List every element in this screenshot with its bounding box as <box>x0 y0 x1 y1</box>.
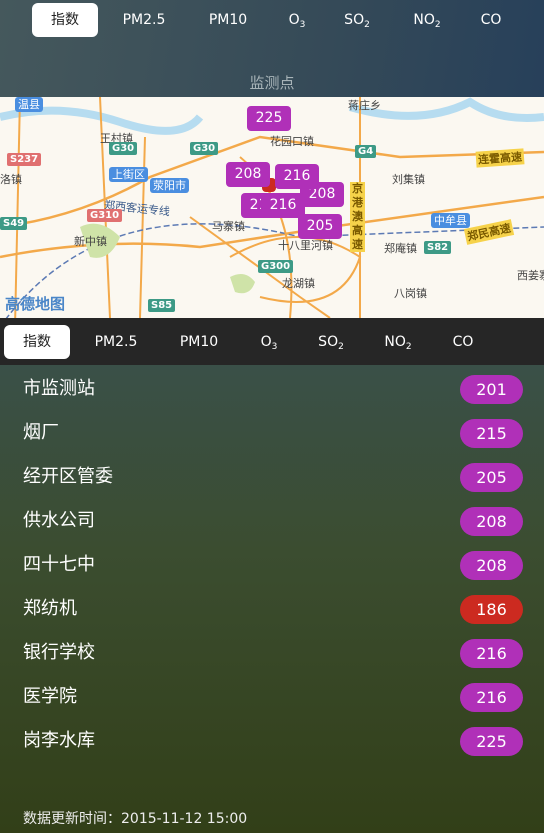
station-name: 四十七中 <box>23 554 95 575</box>
station-name: 银行学校 <box>23 642 95 663</box>
station-row[interactable]: 市监测站 201 <box>0 367 544 411</box>
tab-o3[interactable]: O3 <box>289 3 306 37</box>
tab-subscript: 3 <box>299 20 306 30</box>
aqi-badge: 186 <box>460 595 523 624</box>
map-label: 荥阳市 <box>150 178 189 193</box>
map-label: S237 <box>7 153 42 166</box>
map-marker[interactable]: 225 <box>247 106 291 131</box>
map-label: 马寨镇 <box>212 220 245 233</box>
amap-logo: 高德地图 <box>5 295 66 313</box>
tab-subscript: 2 <box>338 342 344 352</box>
map-title: 监测点 <box>249 74 295 92</box>
map-view[interactable]: 温县 王村镇 蒋庄乡 花园口镇 刘集镇 上街区 荥阳市 郑西客运专线 新中镇 马… <box>0 97 544 318</box>
tab-no2[interactable]: NO2 <box>413 3 440 37</box>
tab-o3[interactable]: O3 <box>261 325 278 359</box>
map-label: G300 <box>258 260 294 273</box>
map-label: 温县 <box>15 97 43 112</box>
map-marker[interactable]: 216 <box>275 164 319 189</box>
map-label: S85 <box>148 299 176 312</box>
station-row[interactable]: 岗李水库 225 <box>0 719 544 763</box>
tab-subscript: 2 <box>364 20 370 30</box>
map-label: 京港澳高速 <box>350 182 365 252</box>
map-label: 中牟县 <box>431 213 470 228</box>
aqi-badge: 205 <box>460 463 523 492</box>
map-label: G310 <box>87 209 123 222</box>
station-row[interactable]: 供水公司 208 <box>0 499 544 543</box>
map-label: 上街区 <box>109 167 148 182</box>
station-name: 经开区管委 <box>23 466 113 487</box>
tab-subscript: 2 <box>405 342 412 352</box>
aqi-badge: 201 <box>460 375 523 404</box>
tab-pm10[interactable]: PM10 <box>180 325 218 359</box>
aqi-badge: 225 <box>460 727 523 756</box>
tab-no2[interactable]: NO2 <box>384 325 411 359</box>
map-marker[interactable]: 208 <box>226 162 270 187</box>
tab-label: NO <box>413 12 435 28</box>
tab-label: O <box>288 12 300 28</box>
station-list: 市监测站 201 烟厂 215 经开区管委 205 供水公司 208 四十七中 208 郑… <box>0 365 544 833</box>
map-label: 洛镇 <box>0 173 22 186</box>
header: 指数 PM2.5 PM10 O3 SO2 NO2 CO 监测点 <box>0 0 544 97</box>
map-label: 花园口镇 <box>270 135 314 148</box>
station-name: 烟厂 <box>23 422 59 443</box>
station-row[interactable]: 郑纺机 186 <box>0 587 544 631</box>
map-label: 龙湖镇 <box>282 277 315 290</box>
tab-label: O <box>260 334 272 350</box>
aqi-badge: 216 <box>460 683 523 712</box>
map-label: 连霍高速 <box>475 148 525 168</box>
station-row[interactable]: 医学院 216 <box>0 675 544 719</box>
map-label: 郑庵镇 <box>384 242 417 255</box>
station-row[interactable]: 四十七中 208 <box>0 543 544 587</box>
tab-pm25[interactable]: PM2.5 <box>123 3 166 37</box>
tab-so2[interactable]: SO2 <box>344 3 370 37</box>
aqi-badge: 216 <box>460 639 523 668</box>
map-label: G4 <box>355 145 377 158</box>
station-name: 医学院 <box>23 686 77 707</box>
tab-subscript: 2 <box>434 20 441 30</box>
aqi-badge: 208 <box>460 551 523 580</box>
station-row[interactable]: 烟厂 215 <box>0 411 544 455</box>
tab-pm10[interactable]: PM10 <box>209 3 247 37</box>
tab-index[interactable]: 指数 <box>4 325 70 359</box>
station-name: 郑纺机 <box>23 598 77 619</box>
map-label: S82 <box>424 241 452 254</box>
aqi-badge: 215 <box>460 419 523 448</box>
map-label: G30 <box>190 142 219 155</box>
update-time: 数据更新时间：2015-11-12 15:00 <box>23 811 248 827</box>
pollutant-tabs: 指数 PM2.5 PM10 O3 SO2 NO2 CO <box>0 318 544 365</box>
station-name: 供水公司 <box>23 510 95 531</box>
map-label: 十八里河镇 <box>278 239 333 252</box>
tab-co[interactable]: CO <box>453 325 474 359</box>
map-marker[interactable]: 205 <box>298 214 342 239</box>
map-label: 新中镇 <box>74 235 107 248</box>
tab-subscript: 3 <box>271 342 278 352</box>
tab-so2[interactable]: SO2 <box>318 325 344 359</box>
map-label: 西姜寨 <box>517 269 544 282</box>
tab-label: SO <box>344 12 365 28</box>
map-label: S49 <box>0 217 28 230</box>
aqi-badge: 208 <box>460 507 523 536</box>
station-name: 市监测站 <box>23 378 95 399</box>
tab-label: NO <box>384 334 406 350</box>
tab-label: SO <box>318 334 339 350</box>
map-label: G30 <box>109 142 138 155</box>
tab-co[interactable]: CO <box>481 3 502 37</box>
station-row[interactable]: 银行学校 216 <box>0 631 544 675</box>
tab-index[interactable]: 指数 <box>32 3 98 37</box>
station-name: 岗李水库 <box>23 730 95 751</box>
map-label: 八岗镇 <box>394 287 427 300</box>
tab-pm25[interactable]: PM2.5 <box>95 325 138 359</box>
map-label: 刘集镇 <box>392 173 425 186</box>
map-label: 蒋庄乡 <box>348 99 381 112</box>
station-row[interactable]: 经开区管委 205 <box>0 455 544 499</box>
